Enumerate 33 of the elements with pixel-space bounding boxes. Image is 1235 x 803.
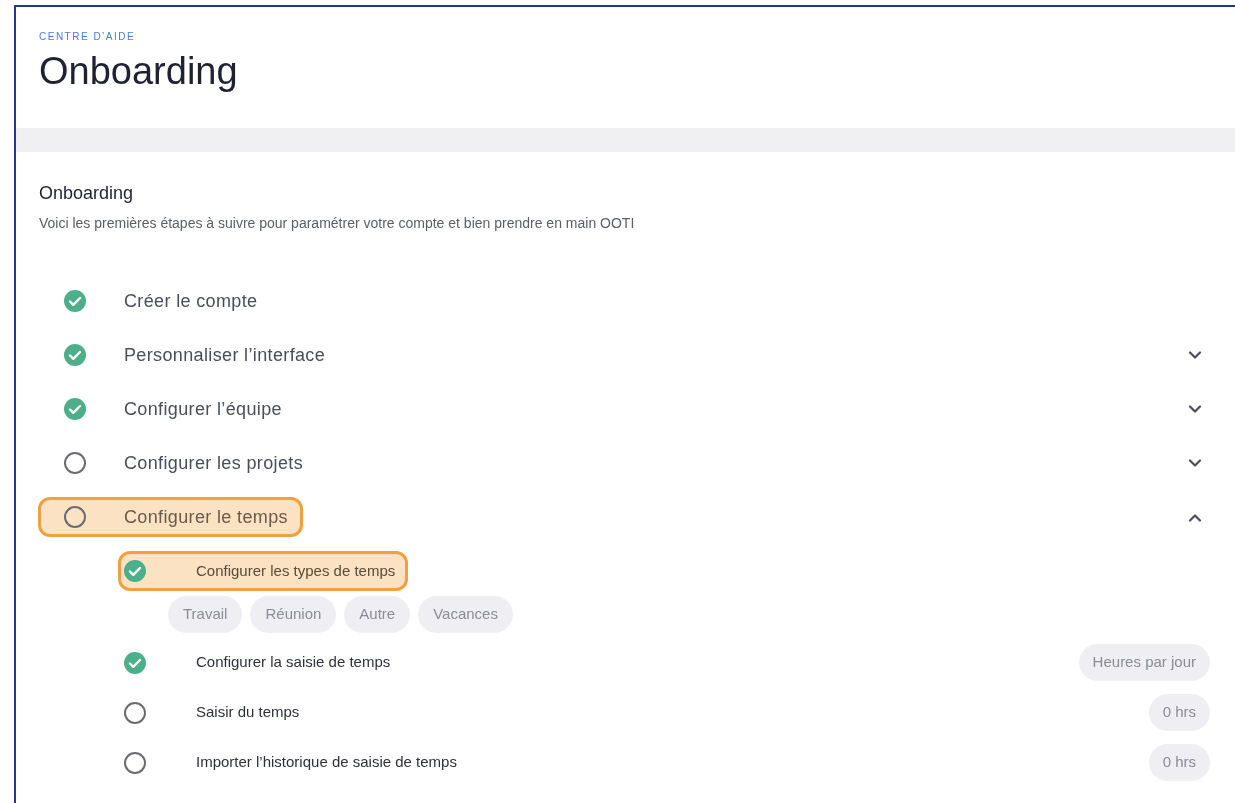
substep-label: Saisir du temps <box>196 702 300 723</box>
substep-label: Configurer les types de temps <box>196 560 396 581</box>
page-title: Onboarding <box>39 49 239 94</box>
step-label: Configurer l’équipe <box>124 397 282 421</box>
breadcrumb: CENTRE D’AIDE <box>39 30 137 44</box>
step-row[interactable]: Personnaliser l’interface <box>38 335 341 375</box>
step-label: Configurer le temps <box>124 505 288 529</box>
time-type-tag: Vacances <box>418 596 513 633</box>
substep-label: Importer l’historique de saisie de temps <box>196 752 457 773</box>
chevron-up-icon[interactable] <box>1188 512 1202 522</box>
substep-row[interactable]: Saisir du temps <box>118 692 313 733</box>
step-label: Personnaliser l’interface <box>124 343 326 367</box>
time-type-tag: Réunion <box>250 596 337 633</box>
card-title: Onboarding <box>39 182 135 205</box>
step-label: Configurer les projets <box>124 451 303 475</box>
substep-row[interactable]: Configurer les types de temps <box>118 551 409 591</box>
card-description: Voici les premières étapes à suivre pour paramétrer votre compte et bien prendre en main OOTI <box>39 214 636 233</box>
substep-row[interactable]: Importer l’historique de saisie de temps <box>118 742 470 783</box>
chevron-down-icon[interactable] <box>1188 458 1202 468</box>
step-row[interactable]: Configurer l’équipe <box>38 389 297 429</box>
time-type-tag: Autre <box>344 596 411 633</box>
step-label: Créer le compte <box>124 289 258 313</box>
chevron-down-icon[interactable] <box>1188 404 1202 414</box>
step-row[interactable]: Créer le compte <box>38 281 273 321</box>
substep-row[interactable]: Configurer la saisie de temps <box>118 642 404 683</box>
value-badge: Heures par jour <box>1078 644 1210 681</box>
value-badge: 0 hrs <box>1148 694 1210 731</box>
step-row[interactable]: Configurer les projets <box>38 443 318 483</box>
step-row[interactable]: Configurer le temps <box>38 497 303 537</box>
time-type-tag: Travail <box>168 596 243 633</box>
chevron-down-icon[interactable] <box>1188 350 1202 360</box>
substep-label: Configurer la saisie de temps <box>196 652 391 673</box>
value-badge: 0 hrs <box>1148 744 1210 781</box>
